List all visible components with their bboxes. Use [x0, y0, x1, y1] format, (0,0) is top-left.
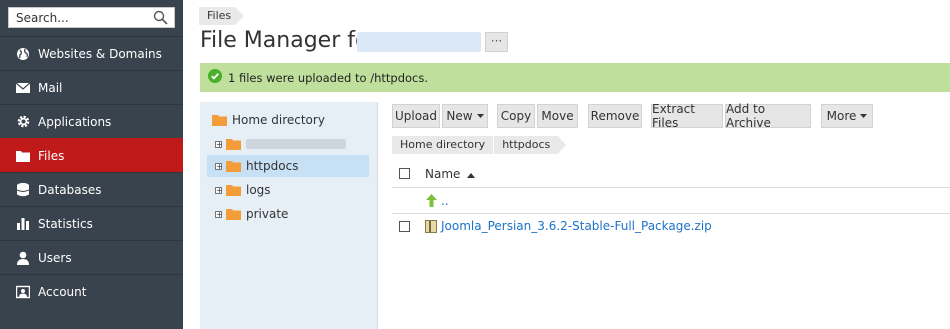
- tree-item-logs[interactable]: + logs: [215, 179, 271, 201]
- move-button[interactable]: Move: [537, 104, 578, 128]
- sort-asc-icon: [467, 173, 476, 178]
- path-breadcrumb: Home directory httpdocs: [392, 136, 567, 154]
- nav-label: Mail: [38, 80, 63, 95]
- path-home-directory[interactable]: Home directory: [392, 136, 494, 154]
- folder-icon: [212, 114, 227, 126]
- tree-item-httpdocs[interactable]: + httpdocs: [207, 155, 369, 177]
- success-alert: 1 files were uploaded to /httpdocs.: [200, 63, 950, 92]
- gear-icon: [15, 114, 31, 130]
- more-options-button[interactable]: ···: [485, 32, 508, 52]
- tree-item-domain[interactable]: +: [215, 133, 346, 155]
- column-header-name[interactable]: Name: [425, 167, 476, 181]
- nav-label: Account: [38, 284, 87, 299]
- expand-icon[interactable]: +: [215, 210, 223, 218]
- expand-icon[interactable]: +: [215, 140, 223, 148]
- nav-label: Users: [38, 250, 72, 265]
- remove-button[interactable]: Remove: [588, 104, 642, 128]
- name-header-label: Name: [425, 167, 461, 181]
- search-icon[interactable]: [153, 10, 168, 28]
- row-checkbox[interactable]: [399, 221, 410, 232]
- add-to-archive-button[interactable]: Add to Archive: [725, 102, 811, 130]
- folder-icon: [226, 138, 241, 150]
- account-icon: [15, 284, 31, 300]
- folder-icon: [15, 148, 31, 164]
- upload-button[interactable]: Upload: [392, 104, 440, 128]
- search-input[interactable]: [9, 8, 149, 27]
- alert-text: 1 files were uploaded to /httpdocs.: [228, 70, 429, 85]
- folder-icon: [226, 160, 241, 172]
- new-button[interactable]: New: [442, 104, 488, 128]
- table-header: Name: [392, 162, 950, 186]
- nav-item-files[interactable]: Files: [0, 138, 183, 172]
- caret-down-icon: [860, 114, 868, 118]
- nav-item-databases[interactable]: Databases: [0, 172, 183, 206]
- table-row: ..: [392, 189, 950, 213]
- remove-label: Remove: [590, 109, 640, 123]
- copy-label: Copy: [500, 109, 532, 123]
- sidebar: Websites & Domains Mail Applications Fil…: [0, 0, 183, 329]
- database-icon: [15, 182, 31, 198]
- nav-item-websites-domains[interactable]: Websites & Domains: [0, 36, 183, 70]
- copy-button[interactable]: Copy: [497, 104, 535, 128]
- expand-icon[interactable]: +: [215, 162, 223, 170]
- bar-chart-icon: [15, 216, 31, 232]
- nav-item-statistics[interactable]: Statistics: [0, 206, 183, 240]
- blurred-folder-name: [246, 139, 346, 149]
- page-title: File Manager for: [200, 28, 378, 53]
- divider: [392, 213, 950, 214]
- tree-item-home[interactable]: Home directory: [212, 109, 325, 131]
- file-link[interactable]: Joomla_Persian_3.6.2-Stable-Full_Package…: [441, 219, 712, 233]
- check-circle-icon: [208, 69, 222, 86]
- folder-icon: [226, 208, 241, 220]
- folder-icon: [226, 184, 241, 196]
- caret-down-icon: [476, 114, 484, 118]
- tree-label: private: [246, 207, 289, 221]
- archive-label: Add to Archive: [726, 102, 771, 130]
- nav-item-mail[interactable]: Mail: [0, 70, 183, 104]
- zip-file-icon: [425, 220, 437, 233]
- tree-label: Home directory: [232, 113, 325, 127]
- breadcrumb-files[interactable]: Files: [199, 7, 245, 25]
- more-button[interactable]: More: [821, 104, 873, 128]
- up-arrow-icon[interactable]: [425, 194, 438, 207]
- table-row: Joomla_Persian_3.6.2-Stable-Full_Package…: [392, 215, 950, 239]
- expand-icon[interactable]: +: [215, 186, 223, 194]
- extract-label: Extract Files: [652, 102, 695, 130]
- nav-item-applications[interactable]: Applications: [0, 104, 183, 138]
- search-box: [8, 7, 175, 28]
- select-all-checkbox[interactable]: [399, 168, 410, 179]
- directory-tree: Home directory + + httpdocs + logs + pri…: [200, 102, 378, 329]
- nav-label: Databases: [38, 182, 102, 197]
- upload-label: Upload: [394, 109, 438, 123]
- new-label: New: [446, 109, 473, 123]
- tree-label: logs: [246, 183, 271, 197]
- domain-name-blurred: [357, 32, 481, 52]
- user-icon: [15, 250, 31, 266]
- parent-directory-link[interactable]: ..: [441, 194, 449, 208]
- tree-label: httpdocs: [246, 159, 299, 173]
- divider: [392, 187, 950, 188]
- nav-item-account[interactable]: Account: [0, 274, 183, 308]
- nav-label: Applications: [38, 114, 112, 129]
- extract-files-button[interactable]: Extract Files: [651, 102, 723, 130]
- path-httpdocs[interactable]: httpdocs: [494, 136, 567, 154]
- nav-item-users[interactable]: Users: [0, 240, 183, 274]
- tree-item-private[interactable]: + private: [215, 203, 288, 225]
- envelope-icon: [15, 80, 31, 96]
- globe-icon: [15, 46, 31, 62]
- nav-label: Files: [38, 148, 65, 163]
- nav-label: Statistics: [38, 216, 93, 231]
- move-label: Move: [541, 109, 574, 123]
- nav-label: Websites & Domains: [38, 46, 162, 61]
- breadcrumb: Files: [199, 7, 245, 25]
- more-label: More: [826, 109, 857, 123]
